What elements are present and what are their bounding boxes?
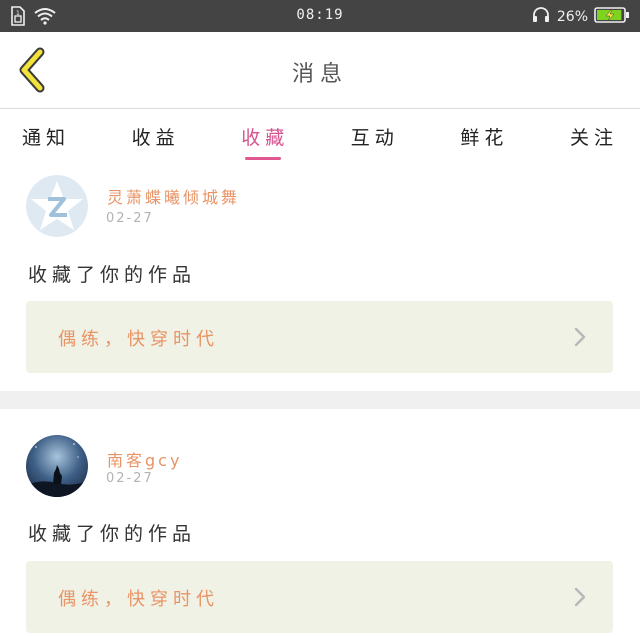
notification-card: 南客gcy 02-27 收藏了你的作品 偶练，快穿时代 [0, 409, 640, 636]
battery-percent: 26% [556, 9, 588, 25]
notification-card: 灵萧蝶曦倾城舞 02-27 收藏了你的作品 偶练，快穿时代 [0, 165, 640, 391]
user-name[interactable]: 南客gcy [107, 447, 182, 471]
headset-icon [531, 5, 551, 29]
tab-bar: 通知 收益 收藏 互动 鲜花 关注 [0, 109, 640, 165]
app-header: 消息 [0, 32, 640, 109]
work-title: 偶练，快穿时代 [58, 589, 219, 610]
tab-favorites[interactable]: 收藏 [241, 109, 289, 165]
status-bar: 1 08:19 26% [0, 0, 640, 32]
chevron-right-icon [573, 587, 587, 607]
user-name[interactable]: 灵萧蝶曦倾城舞 [107, 184, 240, 208]
wolf-avatar-image[interactable] [26, 435, 88, 497]
default-avatar-icon[interactable] [26, 175, 88, 237]
tab-flowers[interactable]: 鲜花 [460, 109, 508, 165]
tab-follows[interactable]: 关注 [570, 109, 618, 165]
work-link[interactable]: 偶练，快穿时代 [26, 301, 613, 373]
tab-notices[interactable]: 通知 [22, 109, 70, 165]
post-date: 02-27 [106, 471, 154, 486]
battery-charging-icon [594, 6, 630, 28]
page-title: 消息 [291, 62, 348, 87]
post-date: 02-27 [106, 211, 154, 226]
card-separator [0, 391, 640, 409]
work-link[interactable]: 偶练，快穿时代 [26, 561, 613, 633]
work-title: 偶练，快穿时代 [58, 329, 219, 350]
chevron-right-icon [573, 327, 587, 347]
tab-earnings[interactable]: 收益 [132, 109, 180, 165]
status-bar-right: 26% [531, 5, 630, 29]
action-text: 收藏了你的作品 [28, 264, 197, 286]
action-text: 收藏了你的作品 [28, 523, 197, 545]
tab-interactions[interactable]: 互动 [351, 109, 399, 165]
